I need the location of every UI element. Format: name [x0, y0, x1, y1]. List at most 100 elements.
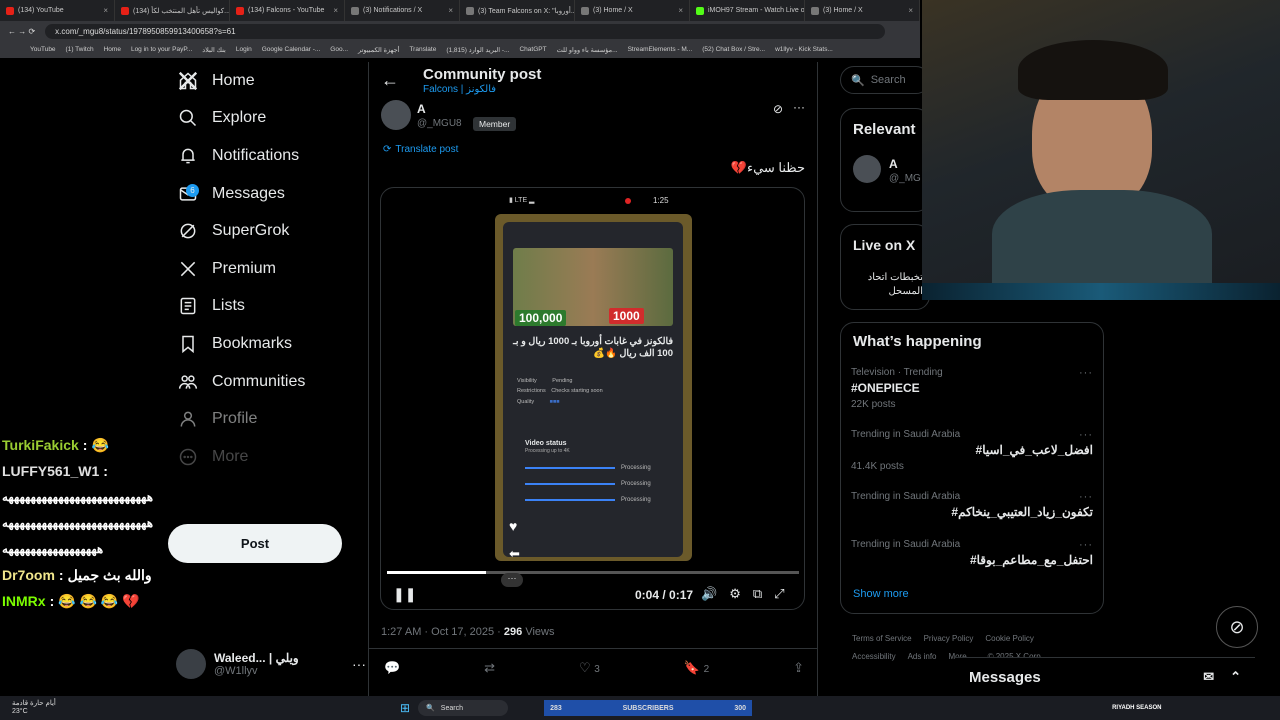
like-button[interactable]: ♡ 3	[579, 660, 600, 676]
avatar[interactable]	[381, 100, 411, 130]
bookmark-item[interactable]: بنك البلاد	[202, 46, 226, 54]
video-player[interactable]: ▮ LTE ▂ 1:25 100,000 1000 فالكونز في غاب…	[380, 187, 805, 610]
account-handle: @W1llyv	[214, 665, 258, 677]
trend-item[interactable]: Trending in Saudi Arabia #احتفل_مع_مطاعم_…	[851, 539, 1093, 567]
windows-start-icon[interactable]: ⊞	[400, 701, 410, 715]
author-name[interactable]: A	[417, 102, 426, 116]
subs-label: SUBSCRIBERS	[622, 704, 674, 712]
bookmark-item[interactable]: Login	[236, 46, 252, 53]
new-message-icon[interactable]: ✉	[1203, 669, 1214, 685]
browser-tab[interactable]: (134) Falcons - YouTube ×	[230, 0, 345, 21]
close-icon[interactable]: ×	[333, 6, 338, 15]
browser-tab[interactable]: (134) YouTube ×	[0, 0, 115, 21]
more-dots-icon[interactable]: ···	[793, 100, 805, 114]
bookmark-item[interactable]: ChatGPT	[519, 46, 546, 53]
nav-item-home[interactable]: Home	[170, 62, 370, 100]
picture-in-picture-icon[interactable]: ⧉	[753, 586, 762, 602]
nav-item-premium[interactable]: Premium	[170, 250, 370, 288]
browser-tab[interactable]: (3) Team Falcons on X: "أوروبا...×	[460, 0, 575, 21]
browser-tab[interactable]: (3) Home / X ×	[575, 0, 690, 21]
avatar	[176, 649, 206, 679]
nav-item-lists[interactable]: Lists	[170, 288, 370, 326]
bookmark-item[interactable]: YouTube	[30, 46, 56, 53]
bookmark-item[interactable]: (1,815) البريد الوارد -...	[446, 46, 509, 54]
scrubber-more-icon[interactable]: ···	[501, 573, 523, 587]
grok-icon[interactable]: ⊘	[773, 102, 783, 116]
browser-tab[interactable]: (3) Notifications / X ×	[345, 0, 460, 21]
nav-label: Notifications	[212, 146, 300, 164]
fullscreen-icon[interactable]: ⤢	[774, 586, 784, 602]
back-arrow-icon[interactable]: ←	[381, 70, 399, 91]
account-switcher[interactable]: Waleed... | ويلي @W1llyv ···	[176, 646, 366, 682]
nav-item-bookmarks[interactable]: Bookmarks	[170, 325, 370, 363]
bookmark-item[interactable]: (52) Chat Box / Stre...	[702, 46, 765, 53]
volume-icon[interactable]: 🔊	[701, 586, 717, 602]
relevant-name[interactable]: A	[889, 157, 898, 171]
bookmark-item[interactable]: Translate	[409, 46, 436, 53]
nav-arrows-icon[interactable]: ← → ⟳	[8, 27, 35, 36]
close-icon[interactable]: ×	[908, 6, 913, 15]
close-icon[interactable]: ×	[448, 6, 453, 15]
bookmark-item[interactable]: Home	[104, 46, 121, 53]
show-more-link[interactable]: Show more	[853, 588, 909, 600]
tab-title: (3) Home / X	[823, 7, 863, 14]
footer-link[interactable]: Cookie Policy	[985, 630, 1033, 648]
url-field[interactable]: x.com/_mgu8/status/1978950859913400658?s…	[45, 23, 886, 39]
bookmark-item[interactable]: أجهزة الكمبيوتر	[358, 46, 399, 54]
footer-link[interactable]: Ads info	[908, 648, 937, 666]
bookmark-button[interactable]: 🔖 2	[684, 660, 709, 676]
trend-item[interactable]: Trending in Saudi Arabia #تكفون_زياد_العت…	[851, 491, 1093, 519]
share-icon[interactable]: ⇪	[793, 660, 804, 676]
relevant-people-card: Relevant A @_MG	[840, 108, 930, 212]
more-dots-icon[interactable]: ···	[1079, 491, 1093, 503]
bookmark-item[interactable]: Goo...	[330, 46, 348, 53]
more-dots-icon[interactable]: ···	[1079, 539, 1093, 551]
bookmark-item[interactable]: w1llyv - Kick Stats...	[775, 46, 833, 53]
repost-icon[interactable]: ⇄	[484, 660, 495, 676]
footer-link[interactable]: Terms of Service	[852, 630, 912, 648]
chevron-up-icon[interactable]: ⌃	[1230, 669, 1241, 685]
nav-item-notifications[interactable]: Notifications	[170, 137, 370, 175]
tab-title: iMOH97 Stream - Watch Live o...	[708, 7, 805, 14]
nav-item-communities[interactable]: Communities	[170, 363, 370, 401]
messages-drawer[interactable]: Messages ✉ ⌃	[955, 657, 1255, 696]
quality-label: Quality	[517, 398, 535, 405]
avatar[interactable]	[853, 155, 881, 183]
pause-icon[interactable]: ❚❚	[393, 586, 416, 603]
nav-item-messages[interactable]: Messages	[170, 175, 370, 213]
author-handle[interactable]: @_MGU8	[417, 118, 462, 129]
close-icon[interactable]: ×	[103, 6, 108, 15]
close-icon[interactable]: ×	[678, 6, 683, 15]
footer-link[interactable]: Privacy Policy	[924, 630, 974, 648]
browser-tab[interactable]: (134) كواليس تأهل المنتخب لكأ...×	[115, 0, 230, 21]
translate-link[interactable]: Translate post	[395, 144, 458, 155]
bookmark-item[interactable]: Google Calendar -...	[262, 46, 321, 53]
grok-fab-icon[interactable]: ⊘	[1216, 606, 1258, 648]
live-space-title[interactable]: تخبطات اتحاد المسحل	[851, 271, 923, 299]
community-link[interactable]: Falcons | فالكونز	[423, 84, 496, 95]
taskbar-search[interactable]: 🔍 Search	[418, 700, 509, 716]
member-badge: Member	[473, 117, 517, 131]
nav-item-supergrok[interactable]: SuperGrok	[170, 212, 370, 250]
settings-icon[interactable]: ⚙	[729, 586, 741, 602]
more-dots-icon[interactable]: ···	[1079, 429, 1093, 441]
search-input[interactable]: 🔍 Search	[840, 66, 930, 94]
more-dots-icon[interactable]: ···	[1079, 367, 1093, 379]
bookmark-item[interactable]: (1) Twitch	[66, 46, 94, 53]
more-dots-icon[interactable]: ···	[352, 656, 366, 672]
relevant-handle[interactable]: @_MG	[889, 173, 921, 184]
footer-link[interactable]: Accessibility	[852, 648, 896, 666]
nav-item-explore[interactable]: Explore	[170, 100, 370, 138]
chat-message: TurkiFakick: 😂	[2, 436, 109, 454]
bookmark-item[interactable]: مؤسسة باء وواو للت...	[557, 46, 618, 54]
bookmark-item[interactable]: StreamElements - M...	[628, 46, 693, 53]
browser-tab[interactable]: (3) Home / X ×	[805, 0, 920, 21]
chat-message: ههههههههههههههههههههههههههه	[2, 484, 267, 510]
trend-context: Trending in Saudi Arabia	[851, 491, 961, 502]
video-progress-track[interactable]	[387, 571, 799, 574]
trend-item[interactable]: Trending in Saudi Arabia #افضل_لاعب_في_اس…	[851, 429, 1093, 472]
reply-icon[interactable]: 💬	[384, 660, 400, 676]
browser-tab[interactable]: iMOH97 Stream - Watch Live o...×	[690, 0, 805, 21]
bookmark-item[interactable]: Log in to your PayP...	[131, 46, 192, 53]
trend-item[interactable]: Television · Trending #ONEPIECE 22K posts ·…	[851, 367, 1093, 410]
